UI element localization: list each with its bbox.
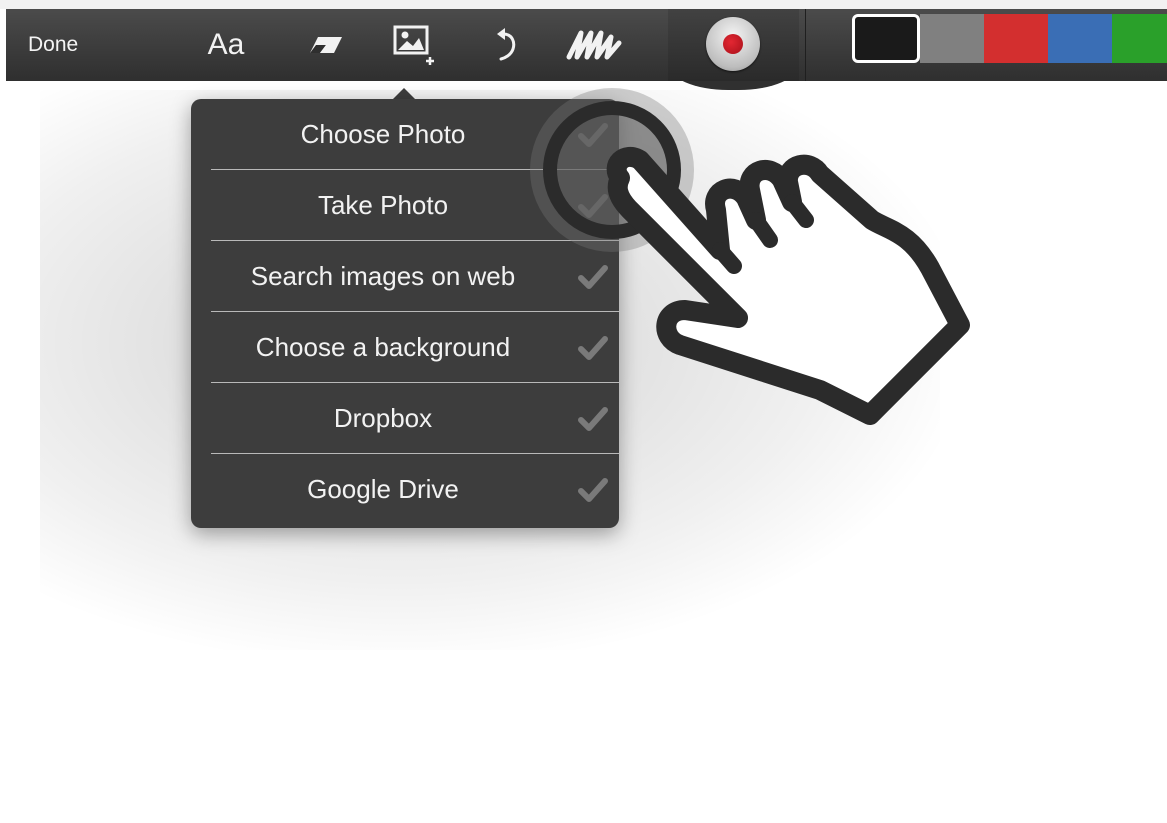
image-source-menu: Choose Photo Take Photo Search images on…	[191, 99, 619, 528]
record-dot	[723, 34, 743, 54]
record-icon[interactable]	[706, 17, 760, 71]
color-swatch-blue[interactable]	[1048, 14, 1112, 63]
menu-item-google-drive[interactable]: Google Drive	[191, 454, 619, 525]
menu-item-dropbox[interactable]: Dropbox	[191, 383, 619, 454]
checkmark-icon	[578, 194, 608, 218]
checkmark-icon	[578, 123, 608, 147]
menu-item-label: Dropbox	[333, 403, 433, 433]
checkmark-icon	[578, 407, 608, 431]
checkmark-icon	[578, 336, 608, 360]
checkmark-icon	[578, 478, 608, 502]
checkmark-icon	[578, 265, 608, 289]
text-tool-button[interactable]: Aa	[196, 21, 256, 69]
menu-item-label: Choose a background	[255, 332, 511, 362]
menu-item-choose-photo[interactable]: Choose Photo	[191, 99, 619, 170]
menu-item-search-web[interactable]: Search images on web	[191, 241, 619, 312]
menu-item-label: Search images on web	[250, 261, 516, 291]
done-button[interactable]: Done	[28, 9, 78, 81]
color-swatch-red[interactable]	[984, 14, 1048, 63]
menu-item-label: Take Photo	[317, 190, 449, 220]
scribble-icon[interactable]	[561, 21, 627, 69]
add-image-icon[interactable]	[384, 21, 446, 69]
undo-icon[interactable]	[482, 21, 532, 69]
menu-item-label: Google Drive	[307, 474, 459, 504]
eraser-icon[interactable]	[296, 21, 356, 69]
top-strip	[0, 0, 1167, 9]
menu-item-take-photo[interactable]: Take Photo	[191, 170, 619, 241]
menu-item-label: Choose Photo	[300, 119, 466, 149]
color-swatch-black[interactable]	[852, 14, 920, 63]
color-swatches	[852, 14, 1167, 63]
color-swatch-gray[interactable]	[920, 14, 984, 63]
toolbar-divider	[805, 9, 806, 81]
color-swatch-green[interactable]	[1112, 14, 1167, 63]
menu-item-choose-background[interactable]: Choose a background	[191, 312, 619, 383]
